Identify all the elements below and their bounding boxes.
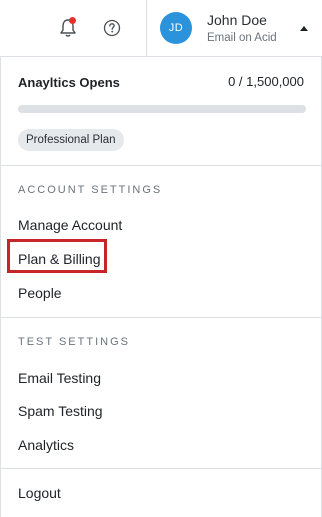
- plan-badge: Professional Plan: [18, 129, 124, 151]
- user-company: Email on Acid: [207, 32, 277, 44]
- menu-item-manage-account[interactable]: Manage Account: [18, 217, 122, 233]
- user-menu-toggle[interactable]: JD John Doe Email on Acid: [146, 0, 322, 57]
- notifications-button[interactable]: [56, 16, 80, 40]
- user-name: John Doe: [207, 12, 267, 28]
- notification-dot: [69, 17, 76, 24]
- menu-item-email-testing[interactable]: Email Testing: [18, 370, 101, 386]
- divider: [1, 165, 321, 166]
- caret-up-icon: [300, 26, 308, 31]
- menu-item-people[interactable]: People: [18, 285, 62, 301]
- help-button[interactable]: [100, 16, 124, 40]
- usage-progress-bar: [18, 105, 306, 113]
- user-menu-page: JD John Doe Email on Acid Anayltics Open…: [0, 0, 322, 517]
- divider: [1, 468, 321, 469]
- question-circle-icon: [103, 19, 121, 37]
- avatar: JD: [160, 12, 192, 44]
- top-bar: JD John Doe Email on Acid: [0, 0, 322, 57]
- highlight-annotation: [7, 239, 107, 273]
- menu-item-analytics[interactable]: Analytics: [18, 437, 74, 453]
- usage-count: 0 / 1,500,000: [228, 74, 304, 89]
- user-dropdown-panel: Anayltics Opens 0 / 1,500,000 Profession…: [0, 57, 322, 517]
- logout-link[interactable]: Logout: [18, 485, 61, 501]
- divider: [1, 317, 321, 318]
- account-settings-heading: ACCOUNT SETTINGS: [18, 184, 163, 196]
- usage-title: Anayltics Opens: [18, 75, 120, 90]
- menu-item-spam-testing[interactable]: Spam Testing: [18, 403, 103, 419]
- test-settings-heading: TEST SETTINGS: [18, 336, 130, 348]
